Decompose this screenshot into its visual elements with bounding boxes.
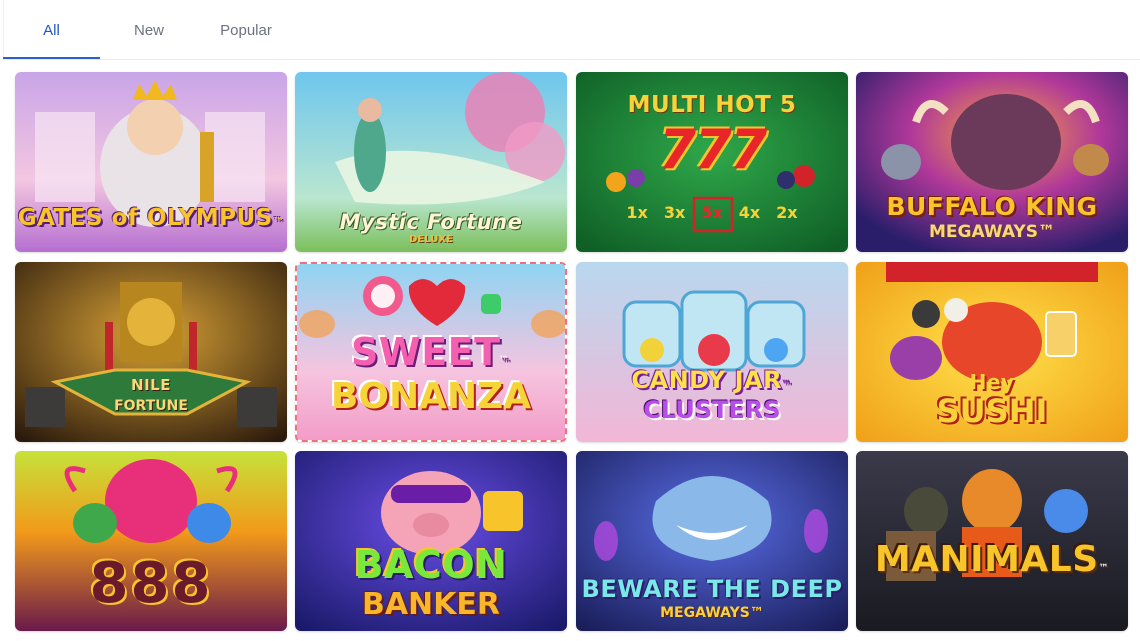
game-title: MULTI HOT 5: [627, 92, 797, 118]
game-title: NILE: [131, 376, 171, 394]
game-subtitle: BANKER: [361, 587, 501, 622]
game-card-manimals[interactable]: MANIMALS™: [856, 451, 1128, 631]
game-title: CANDY JAR™: [631, 366, 793, 394]
game-card-gates-of-olympus[interactable]: GATES of OLYMPUS™: [15, 72, 287, 252]
game-card-nile-fortune[interactable]: NILE FORTUNE: [15, 262, 287, 442]
game-card-buffalo-king-megaways[interactable]: BUFFALO KING MEGAWAYS™: [856, 72, 1128, 252]
game-card-multi-hot-5[interactable]: MULTI HOT 5 777 1x 3x 5x 4x 2x: [576, 72, 848, 252]
game-title: SWEET™: [350, 330, 512, 374]
game-subtitle: MEGAWAYS™: [929, 222, 1055, 242]
game-card-candy-jar-clusters[interactable]: CANDY JAR™ CLUSTERS: [576, 262, 848, 442]
game-title: BUFFALO KING: [886, 192, 1098, 221]
game-subtitle: CLUSTERS: [643, 396, 781, 424]
game-title: 888: [89, 551, 213, 616]
multiplier-4x: 4x: [738, 203, 761, 222]
multiplier-5x: 5x: [701, 203, 723, 222]
game-title: MANIMALS™: [874, 539, 1110, 580]
game-subtitle: 777: [658, 118, 768, 181]
category-tabs: All New Popular: [0, 0, 1140, 60]
multiplier-3x: 3x: [663, 203, 686, 222]
game-subtitle: BONANZA: [330, 376, 532, 417]
tab-new[interactable]: New: [110, 0, 188, 60]
game-title: BACON: [354, 543, 508, 587]
game-card-beware-the-deep[interactable]: BEWARE THE DEEP MEGAWAYS™: [576, 451, 848, 631]
game-card-sweet-bonanza[interactable]: SWEET™ BONANZA: [295, 262, 567, 442]
game-title: Mystic Fortune: [339, 210, 523, 234]
game-title: Hey: [969, 370, 1015, 394]
tab-popular[interactable]: Popular: [200, 0, 292, 60]
game-card-mystic-fortune[interactable]: Mystic Fortune DELUXE: [295, 72, 567, 252]
tab-all[interactable]: All: [3, 0, 100, 60]
multiplier-row: 1x 3x 5x 4x 2x: [576, 203, 848, 222]
game-title: GATES of OLYMPUS™: [17, 205, 285, 231]
tabs-divider: [3, 59, 1140, 60]
game-subtitle: FORTUNE: [114, 398, 188, 414]
game-card-888[interactable]: 888: [15, 451, 287, 631]
game-title: BEWARE THE DEEP: [581, 575, 843, 603]
game-card-bacon-banker[interactable]: BACON BANKER: [295, 451, 567, 631]
multiplier-1x: 1x: [626, 203, 648, 222]
game-subtitle: SUSHI: [936, 392, 1048, 430]
game-card-hey-sushi[interactable]: Hey SUSHI: [856, 262, 1128, 442]
beware-the-deep-artwork: [576, 451, 848, 631]
game-subtitle: MEGAWAYS™: [660, 605, 764, 621]
nile-fortune-artwork: [15, 262, 287, 442]
multiplier-2x: 2x: [776, 203, 798, 222]
game-subtitle: DELUXE: [409, 234, 453, 245]
